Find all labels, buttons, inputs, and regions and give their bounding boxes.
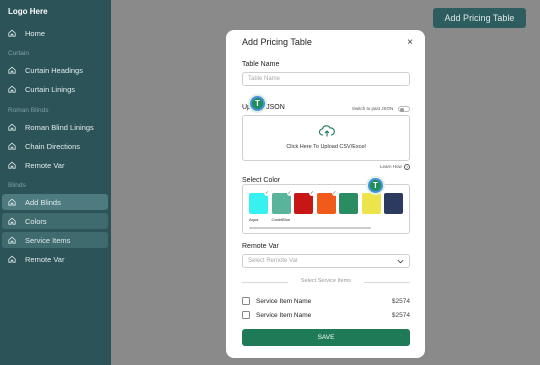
section-label-roman-blinds: Roman Blinds bbox=[8, 107, 49, 114]
home-icon bbox=[8, 66, 16, 74]
add-pricing-table-modal: Add Pricing Table × Table Name Table Nam… bbox=[226, 30, 425, 358]
section-label-blinds: Blinds bbox=[8, 182, 26, 189]
cloud-upload-icon bbox=[319, 125, 335, 137]
sidebar-item-label: Add Blinds bbox=[25, 197, 61, 207]
chevron-down-icon bbox=[397, 259, 404, 264]
remote-var-select[interactable]: Select Remote Var bbox=[242, 254, 410, 268]
avatar[interactable]: T bbox=[366, 176, 385, 195]
scrollbar[interactable] bbox=[249, 227, 371, 229]
color-picker: ✓ Aqua ✓ CadetBlue ✓ ✓ bbox=[242, 184, 410, 234]
service-item-row: Service Item Name $2574 bbox=[242, 310, 410, 320]
color-swatch[interactable] bbox=[339, 193, 358, 214]
logo: Logo Here bbox=[8, 7, 48, 16]
sidebar-item-chain-directions[interactable]: Chain Directions bbox=[2, 138, 108, 154]
color-swatch[interactable]: ✓ bbox=[294, 190, 315, 214]
service-items-divider: Select Service Items bbox=[242, 278, 410, 286]
home-icon bbox=[8, 142, 16, 150]
service-item-name: Service Item Name bbox=[256, 311, 312, 319]
service-item-price: $2574 bbox=[391, 297, 410, 305]
divider-line bbox=[364, 282, 410, 283]
sidebar-item-roman-blind-linings[interactable]: Roman Blind Linings bbox=[2, 119, 108, 135]
home-icon bbox=[8, 29, 16, 37]
service-item-checkbox[interactable] bbox=[242, 311, 250, 319]
sidebar-item-add-blinds[interactable]: Add Blinds bbox=[2, 194, 108, 210]
color-swatch-label: CadetBlue bbox=[271, 217, 291, 222]
home-icon bbox=[8, 161, 16, 169]
sidebar-item-label: Service Items bbox=[25, 235, 71, 245]
sidebar-item-service-items[interactable]: Service Items bbox=[2, 232, 108, 248]
home-icon bbox=[8, 85, 16, 93]
table-name-input[interactable]: Table Name bbox=[242, 72, 410, 86]
modal-title: Add Pricing Table bbox=[242, 37, 312, 47]
sidebar-item-label: Curtain Linings bbox=[25, 84, 76, 94]
sidebar-item-label: Chain Directions bbox=[25, 141, 81, 151]
service-item-checkbox[interactable] bbox=[242, 297, 250, 305]
color-swatch[interactable]: ✓ bbox=[316, 190, 338, 214]
select-color-label: Select Color bbox=[242, 177, 281, 184]
sidebar-item-label: Home bbox=[25, 28, 46, 38]
switch-label: Switch to past JSON bbox=[352, 106, 394, 111]
sidebar-item-label: Roman Blind Linings bbox=[25, 122, 94, 132]
avatar[interactable]: T bbox=[248, 94, 267, 113]
upload-dropzone[interactable]: Click Here To Upload CSV/Excel bbox=[242, 115, 410, 161]
service-item-name: Service Item Name bbox=[256, 297, 312, 305]
home-icon bbox=[8, 198, 16, 206]
sidebar-item-curtain-linings[interactable]: Curtain Linings bbox=[2, 81, 108, 97]
color-swatch-label: Aqua bbox=[249, 217, 259, 222]
check-icon: ✓ bbox=[264, 190, 270, 196]
sidebar-item-colors[interactable]: Colors bbox=[2, 213, 108, 229]
sidebar-item-home[interactable]: Home bbox=[2, 25, 108, 41]
learn-how-link[interactable]: Learn How bbox=[380, 164, 402, 169]
color-swatch[interactable] bbox=[384, 193, 403, 214]
paste-json-toggle[interactable] bbox=[398, 106, 410, 112]
home-icon bbox=[8, 255, 16, 263]
color-swatch[interactable]: ✓ bbox=[271, 190, 293, 214]
sidebar-item-label: Curtain Headings bbox=[25, 65, 83, 75]
service-item-row: Service Item Name $2574 bbox=[242, 296, 410, 306]
add-pricing-table-button[interactable]: Add Pricing Table bbox=[433, 8, 526, 28]
color-swatch[interactable]: ✓ bbox=[249, 190, 270, 214]
home-icon bbox=[8, 236, 16, 244]
remote-var-label: Remote Var bbox=[242, 243, 279, 250]
sidebar-item-remote-var[interactable]: Remote Var bbox=[2, 157, 108, 173]
sidebar-item-label: Colors bbox=[25, 216, 47, 226]
check-icon: ✓ bbox=[309, 190, 315, 196]
check-icon: ✓ bbox=[331, 190, 338, 196]
section-label-curtain: Curtain bbox=[8, 50, 29, 57]
service-item-price: $2574 bbox=[391, 311, 410, 319]
sidebar-item-label: Remote Var bbox=[25, 160, 65, 170]
help-icon[interactable]: ? bbox=[404, 164, 410, 170]
save-button[interactable]: SAVE bbox=[242, 329, 410, 346]
sidebar-item-label: Remote Var bbox=[25, 254, 65, 264]
sidebar: Logo Here Home Curtain Curtain Headings … bbox=[0, 0, 111, 365]
sidebar-item-remote-var-2[interactable]: Remote Var bbox=[2, 251, 108, 267]
table-name-label: Table Name bbox=[242, 61, 280, 68]
home-icon bbox=[8, 123, 16, 131]
check-icon: ✓ bbox=[286, 190, 293, 196]
sidebar-item-curtain-headings[interactable]: Curtain Headings bbox=[2, 62, 108, 78]
color-swatch[interactable] bbox=[361, 193, 381, 214]
dropzone-text: Click Here To Upload CSV/Excel bbox=[286, 144, 366, 150]
service-items-divider-label: Select Service Items bbox=[300, 278, 352, 284]
remote-var-placeholder: Select Remote Var bbox=[248, 258, 298, 264]
close-icon[interactable]: × bbox=[407, 37, 413, 48]
home-icon bbox=[8, 217, 16, 225]
